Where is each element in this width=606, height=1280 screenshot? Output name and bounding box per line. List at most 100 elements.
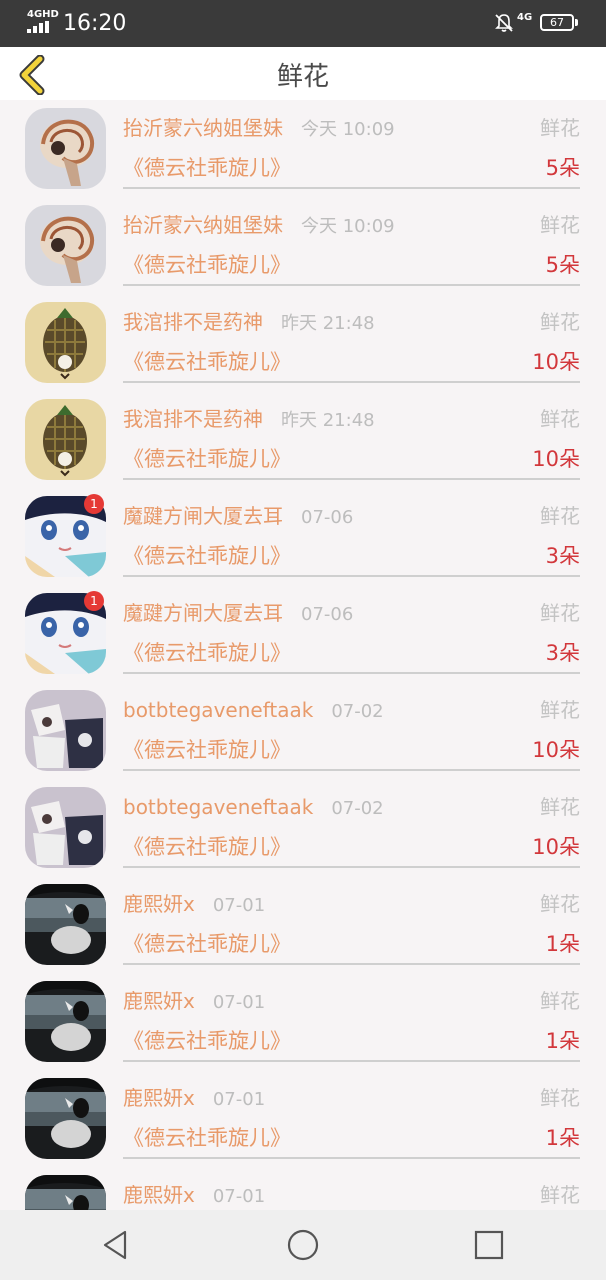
unread-badge: 1	[84, 591, 104, 611]
gift-type-label: 鲜花	[540, 504, 580, 528]
sender-name[interactable]: 鹿熙妍x	[123, 892, 195, 916]
flower-count: 1朵	[545, 1029, 580, 1053]
back-triangle-icon[interactable]	[99, 1228, 133, 1262]
song-title[interactable]: 《德云社乖旋儿》	[123, 1026, 291, 1056]
flower-count: 1朵	[545, 1126, 580, 1150]
header: 鲜花	[0, 47, 606, 100]
list-item[interactable]: 鹿熙妍x 07-01 鲜花 《德云社乖旋儿》 1朵	[0, 876, 606, 973]
sender-name[interactable]: botbtegaveneftaak	[123, 795, 313, 819]
gift-type-label: 鲜花	[540, 1086, 580, 1110]
sender-line: 抬沂蒙六纳姐堡妹 今天 10:09	[123, 114, 395, 144]
song-title[interactable]: 《德云社乖旋儿》	[123, 444, 291, 474]
timestamp: 07-06	[301, 507, 354, 528]
timestamp: 07-01	[212, 1186, 266, 1207]
song-title[interactable]: 《德云社乖旋儿》	[123, 638, 291, 668]
sender-name[interactable]: 魔踺方闸大厦去耳	[123, 601, 283, 625]
unread-badge: 1	[84, 494, 104, 514]
bell-muted-icon	[495, 14, 513, 32]
avatar[interactable]	[25, 981, 106, 1062]
list-item[interactable]: 1 魔踺方闸大厦去耳 07-06 鲜花《德云社乖旋儿》 3朵	[0, 488, 606, 585]
avatar[interactable]	[25, 787, 106, 868]
row-divider	[123, 284, 580, 286]
row-divider	[123, 769, 580, 771]
gift-type-label: 鲜花	[540, 116, 580, 140]
list-item[interactable]: 鹿熙妍x 07-01 鲜花《德云社乖旋儿》 1朵	[0, 973, 606, 1070]
row-divider	[123, 381, 580, 383]
avatar[interactable]	[25, 108, 106, 189]
sender-name[interactable]: 鹿熙妍x	[123, 989, 195, 1013]
flower-count: 10朵	[532, 835, 580, 859]
song-title[interactable]: 《德云社乖旋儿》	[123, 153, 291, 183]
sender-name[interactable]: 我涫排不是药神	[123, 407, 263, 431]
timestamp: 07-01	[212, 992, 266, 1013]
timestamp: 今天 10:09	[301, 216, 395, 237]
gift-type-label: 鲜花	[540, 795, 580, 819]
list-item[interactable]: 鹿熙妍x 07-01 鲜花	[0, 1167, 606, 1210]
timestamp: 昨天 21:48	[281, 410, 375, 431]
gift-type-label: 鲜花	[540, 1183, 580, 1207]
flower-count: 5朵	[545, 156, 580, 180]
song-title[interactable]: 《德云社乖旋儿》	[123, 735, 291, 765]
list-item[interactable]: botbtegaveneftaak 07-02 鲜花《德云社乖旋儿》 10朵	[0, 779, 606, 876]
row-divider	[123, 1060, 580, 1062]
flower-count: 1朵	[545, 932, 580, 956]
timestamp: 昨天 21:48	[281, 313, 375, 334]
timestamp: 07-02	[331, 798, 384, 819]
sender-name[interactable]: 抬沂蒙六纳姐堡妹	[123, 213, 283, 237]
sender-name[interactable]: 鹿熙妍x	[123, 1086, 195, 1110]
sender-name[interactable]: 抬沂蒙六纳姐堡妹	[123, 116, 283, 140]
avatar[interactable]	[25, 690, 106, 771]
gift-type-label: 鲜花	[540, 213, 580, 237]
list-item[interactable]: botbtegaveneftaak 07-02 鲜花《德云社乖旋儿》 10朵	[0, 682, 606, 779]
list-item[interactable]: 抬沂蒙六纳姐堡妹 今天 10:09 鲜花《德云社乖旋儿》 5朵	[0, 197, 606, 294]
list-item[interactable]: 我涫排不是药神 昨天 21:48 鲜花《德云社乖旋儿》 10朵	[0, 294, 606, 391]
sender-line: botbtegaveneftaak 07-02	[123, 793, 384, 823]
avatar[interactable]	[25, 205, 106, 286]
sender-name[interactable]: 鹿熙妍x	[123, 1183, 195, 1207]
gift-type-label: 鲜花	[540, 310, 580, 334]
sender-name[interactable]: botbtegaveneftaak	[123, 698, 313, 722]
avatar[interactable]	[25, 1078, 106, 1159]
sender-name[interactable]: 魔踺方闸大厦去耳	[123, 504, 283, 528]
flower-count: 10朵	[532, 447, 580, 471]
song-title[interactable]: 《德云社乖旋儿》	[123, 832, 291, 862]
status-bar: 4GHD 16:20 4G 67	[0, 0, 606, 47]
avatar[interactable]	[25, 302, 106, 383]
song-title[interactable]: 《德云社乖旋儿》	[123, 250, 291, 280]
sender-name[interactable]: 我涫排不是药神	[123, 310, 263, 334]
sender-line: 我涫排不是药神 昨天 21:48	[123, 405, 375, 435]
row-divider	[123, 963, 580, 965]
gift-type-label: 鲜花	[540, 698, 580, 722]
row-divider	[123, 672, 580, 674]
sender-line: 鹿熙妍x 07-01	[123, 1084, 265, 1114]
mobile-data-label: 4G	[517, 12, 533, 23]
sender-line: 我涫排不是药神 昨天 21:48	[123, 308, 375, 338]
flower-count: 5朵	[545, 253, 580, 277]
timestamp: 07-01	[212, 895, 266, 916]
list-item[interactable]: 1 魔踺方闸大厦去耳 07-06 鲜花 《德云社乖旋儿》 3朵	[0, 585, 606, 682]
row-divider	[123, 478, 580, 480]
flower-count: 10朵	[532, 738, 580, 762]
sender-line: botbtegaveneftaak 07-02	[123, 696, 384, 726]
timestamp: 07-02	[331, 701, 384, 722]
avatar[interactable]	[25, 884, 106, 965]
flower-count: 10朵	[532, 350, 580, 374]
flower-count: 3朵	[545, 641, 580, 665]
row-divider	[123, 1157, 580, 1159]
list-item[interactable]: 鹿熙妍x 07-01 鲜花《德云社乖旋儿》 1朵	[0, 1070, 606, 1167]
list-item[interactable]: 我涫排不是药神 昨天 21:48 鲜花 《德云社乖旋儿》 10朵	[0, 391, 606, 488]
gift-type-label: 鲜花	[540, 989, 580, 1013]
recents-square-icon[interactable]	[472, 1228, 506, 1262]
song-title[interactable]: 《德云社乖旋儿》	[123, 347, 291, 377]
song-title[interactable]: 《德云社乖旋儿》	[123, 541, 291, 571]
avatar[interactable]	[25, 399, 106, 480]
song-title[interactable]: 《德云社乖旋儿》	[123, 1123, 291, 1153]
home-circle-icon[interactable]	[286, 1228, 320, 1262]
song-title[interactable]: 《德云社乖旋儿》	[123, 929, 291, 959]
status-time: 16:20	[63, 11, 127, 36]
avatar[interactable]	[25, 1175, 106, 1210]
timestamp: 07-01	[212, 1089, 266, 1110]
list-item[interactable]: 抬沂蒙六纳姐堡妹 今天 10:09 鲜花《德云社乖旋儿》 5朵	[0, 100, 606, 197]
flower-count: 3朵	[545, 544, 580, 568]
row-divider	[123, 187, 580, 189]
